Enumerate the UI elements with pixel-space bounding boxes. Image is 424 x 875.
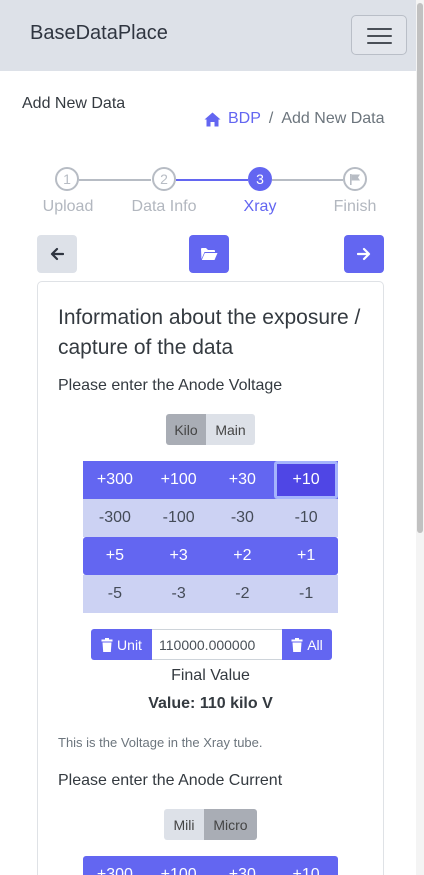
current-plus-10-button[interactable]: +10 (274, 856, 338, 875)
voltage-unit-toggle: Kilo Main (166, 414, 255, 445)
voltage-help-text: This is the Voltage in the Xray tube. (58, 735, 263, 750)
step-2-label: Data Info (131, 198, 197, 215)
voltage-minus-300-button[interactable]: -300 (83, 499, 147, 537)
step-3-circle[interactable]: 3 (248, 167, 272, 191)
voltage-minus-2-button[interactable]: -2 (211, 575, 275, 613)
browse-folder-button[interactable] (189, 235, 229, 273)
current-prompt: Please enter the Anode Current (58, 772, 283, 789)
current-unit-micro[interactable]: Micro (204, 809, 257, 840)
voltage-minus-10-button[interactable]: -10 (274, 499, 338, 537)
voltage-minus-5-button[interactable]: -5 (83, 575, 147, 613)
flag-icon (350, 174, 360, 185)
voltage-plus-2-button[interactable]: +2 (211, 537, 275, 575)
arrow-right-icon (357, 247, 371, 261)
voltage-plus-30-button[interactable]: +30 (211, 461, 275, 499)
voltage-plus-5-button[interactable]: +5 (83, 537, 147, 575)
voltage-minus-1-button[interactable]: -1 (274, 575, 338, 613)
navbar-toggle-button[interactable] (351, 15, 407, 55)
voltage-plus-100-button[interactable]: +100 (147, 461, 211, 499)
step-1-circle[interactable]: 1 (55, 167, 79, 191)
voltage-minus-100-button[interactable]: -100 (147, 499, 211, 537)
voltage-row-minus-large: -300 -100 -30 -10 (83, 499, 338, 537)
page-title: Add New Data (22, 95, 126, 112)
final-value-label: Final Value (171, 667, 250, 684)
current-row-plus-large: +300 +100 +30 +10 (83, 856, 338, 875)
trash-icon (101, 637, 113, 652)
voltage-plus-10-button[interactable]: +10 (274, 461, 338, 499)
step-connector (272, 179, 343, 181)
voltage-plus-1-button[interactable]: +1 (274, 537, 338, 575)
voltage-prompt: Please enter the Anode Voltage (58, 377, 283, 394)
clear-unit-button[interactable]: Unit (91, 629, 152, 660)
voltage-value-input[interactable] (152, 629, 282, 660)
hamburger-icon (367, 42, 392, 44)
step-connector (176, 179, 248, 181)
current-plus-100-button[interactable]: +100 (147, 856, 211, 875)
navbar: BaseDataPlace (0, 0, 424, 71)
breadcrumb: BDP / Add New Data (204, 110, 385, 128)
breadcrumb-home-label[interactable]: BDP (228, 110, 261, 128)
hamburger-icon (367, 35, 392, 37)
voltage-minus-3-button[interactable]: -3 (147, 575, 211, 613)
voltage-value-display: Value: 110 kilo V (148, 695, 273, 712)
current-unit-toggle: Mili Micro (164, 809, 257, 840)
clear-all-label: All (307, 636, 323, 653)
clear-unit-label: Unit (117, 636, 142, 653)
voltage-row-plus-large: +300 +100 +30 +10 (83, 461, 338, 499)
breadcrumb-separator: / (268, 110, 274, 127)
voltage-unit-kilo[interactable]: Kilo (166, 414, 206, 445)
folder-open-icon (201, 248, 218, 260)
voltage-row-minus-small: -5 -3 -2 -1 (83, 575, 338, 613)
step-3-label: Xray (243, 198, 277, 215)
voltage-unit-main[interactable]: Main (206, 414, 255, 445)
voltage-value-row: Unit All (91, 629, 332, 660)
step-4-circle[interactable] (343, 167, 367, 191)
voltage-plus-300-button[interactable]: +300 (83, 461, 147, 499)
current-unit-mili[interactable]: Mili (164, 809, 204, 840)
brand-link[interactable]: BaseDataPlace (30, 22, 168, 45)
card-title: Information about the exposure / capture… (58, 306, 361, 359)
voltage-row-plus-small: +5 +3 +2 +1 (83, 537, 338, 575)
current-plus-300-button[interactable]: +300 (83, 856, 147, 875)
breadcrumb-current: Add New Data (281, 110, 385, 127)
next-button[interactable] (344, 235, 384, 273)
back-button[interactable] (37, 235, 77, 273)
step-4-label: Finish (333, 198, 377, 215)
hamburger-icon (367, 28, 392, 30)
current-plus-30-button[interactable]: +30 (211, 856, 275, 875)
scrollbar-thumb[interactable] (417, 3, 423, 533)
voltage-minus-30-button[interactable]: -30 (211, 499, 275, 537)
arrow-left-icon (50, 247, 64, 261)
step-1-label: Upload (42, 198, 94, 215)
home-icon (204, 112, 221, 126)
clear-all-button[interactable]: All (282, 629, 332, 660)
step-connector (79, 179, 151, 181)
voltage-plus-3-button[interactable]: +3 (147, 537, 211, 575)
step-2-circle[interactable]: 2 (152, 167, 176, 191)
trash-icon (291, 637, 303, 652)
breadcrumb-home-link[interactable]: BDP (204, 110, 261, 128)
